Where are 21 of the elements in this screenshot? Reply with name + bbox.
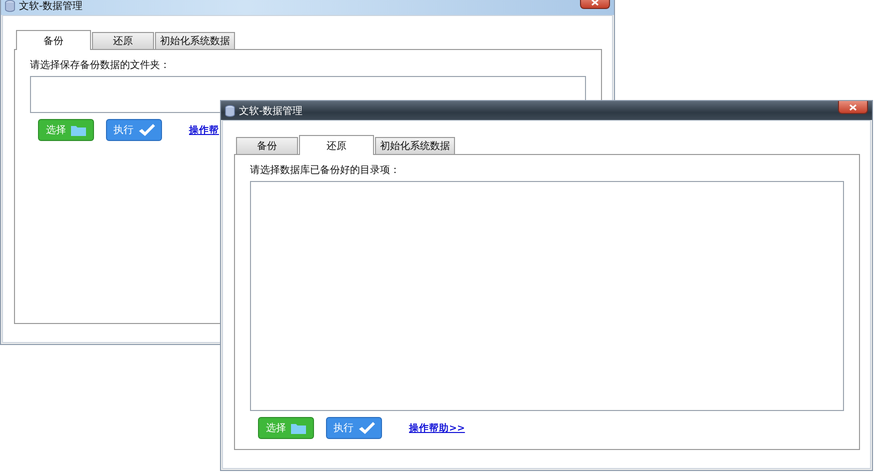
prompt-label: 请选择保存备份数据的文件夹： [30, 58, 171, 72]
checkmark-icon [358, 422, 374, 434]
tab[interactable]: 还原 [299, 135, 374, 155]
checkmark-icon [138, 124, 154, 136]
folder-icon [291, 422, 306, 434]
help-link[interactable]: 操作帮助>> [409, 422, 465, 434]
database-icon [5, 0, 15, 12]
tab[interactable]: 备份 [16, 30, 91, 50]
help-link[interactable]: 操作帮 [189, 124, 219, 136]
window-title: 文软-数据管理 [239, 104, 303, 118]
tab[interactable]: 初始化系统数据 [155, 32, 235, 49]
tab[interactable]: 备份 [236, 137, 298, 154]
close-button[interactable] [838, 101, 868, 114]
database-icon [225, 104, 235, 116]
close-icon [849, 104, 857, 110]
tab[interactable]: 初始化系统数据 [375, 137, 455, 154]
close-icon [591, 0, 599, 6]
prompt-label: 请选择数据库已备份好的目录项： [250, 164, 401, 177]
tab[interactable]: 还原 [92, 32, 154, 49]
folder-icon [71, 124, 86, 136]
window-title: 文软-数据管理 [19, 0, 83, 12]
